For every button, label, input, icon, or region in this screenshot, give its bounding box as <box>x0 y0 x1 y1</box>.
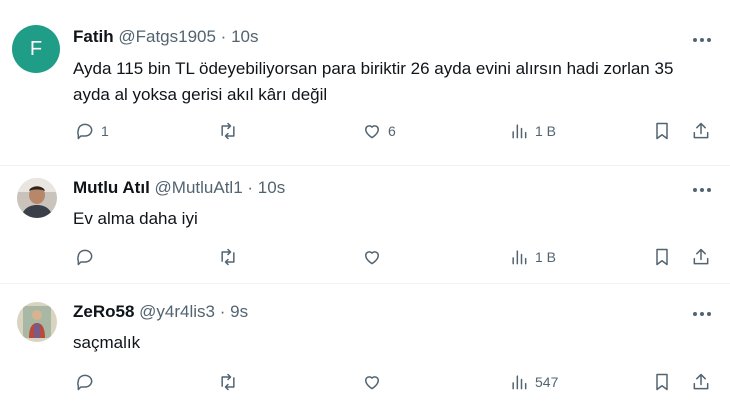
saint-painting-icon <box>17 302 57 342</box>
like-button[interactable] <box>362 372 388 392</box>
share-button[interactable] <box>691 121 711 141</box>
tweet-header: Fatih @Fatgs1905 · 10s <box>73 26 259 48</box>
view-count: 547 <box>535 374 559 390</box>
share-button[interactable] <box>691 372 711 392</box>
retweet-icon <box>221 248 235 266</box>
reply-count: 1 <box>101 123 109 139</box>
avatar[interactable] <box>17 302 57 342</box>
separator-dot: · <box>220 27 227 46</box>
bookmark-button[interactable] <box>652 121 672 141</box>
separator-dot: · <box>247 178 254 197</box>
views-chart-icon <box>512 124 527 139</box>
views-button[interactable]: 1 B <box>509 247 556 267</box>
share-icon <box>693 122 709 139</box>
tweet-header: ZeRo58 @y4r4lis3 · 9s <box>73 301 248 323</box>
tweet-header: Mutlu Atıl @MutluAtl1 · 10s <box>73 177 285 199</box>
tweet-text: saçmalık <box>73 333 141 352</box>
heart-icon <box>365 125 379 139</box>
more-options-icon[interactable] <box>692 36 712 44</box>
tweet-1[interactable]: F Fatih @Fatgs1905 · 10s Ayda 115 bin TL… <box>0 0 730 165</box>
reply-icon <box>77 374 93 391</box>
author-name[interactable]: ZeRo58 <box>73 302 134 321</box>
reply-button[interactable]: 1 <box>75 121 109 141</box>
timestamp[interactable]: 10s <box>258 178 285 197</box>
action-bar: 547 <box>0 372 730 396</box>
timestamp[interactable]: 9s <box>230 302 248 321</box>
reply-button[interactable] <box>75 372 101 392</box>
tweet-3[interactable]: ZeRo58 @y4r4lis3 · 9s saçmalık 547 <box>0 284 730 420</box>
tweet-text: Ayda 115 bin TL ödeyebiliyorsan para bir… <box>73 59 674 104</box>
more-options-icon[interactable] <box>692 186 712 194</box>
views-button[interactable]: 547 <box>509 372 558 392</box>
tweet-feed: F Fatih @Fatgs1905 · 10s Ayda 115 bin TL… <box>0 0 730 420</box>
action-bar: 1 6 1 B <box>0 121 730 145</box>
view-count: 1 B <box>535 123 557 139</box>
retweet-icon <box>221 122 235 140</box>
heart-icon <box>365 251 379 265</box>
reply-button[interactable] <box>75 247 101 267</box>
timestamp[interactable]: 10s <box>231 27 258 46</box>
tweet-2[interactable]: Mutlu Atıl @MutluAtl1 · 10s Ev alma daha… <box>0 166 730 283</box>
like-button[interactable] <box>362 247 388 267</box>
reply-icon <box>77 249 93 266</box>
views-chart-icon <box>512 250 527 265</box>
author-handle[interactable]: @Fatgs1905 <box>118 27 216 46</box>
avatar[interactable]: F <box>12 25 60 73</box>
like-count: 6 <box>388 123 396 139</box>
retweet-button[interactable] <box>218 372 244 392</box>
views-chart-icon <box>512 375 527 390</box>
more-options-icon[interactable] <box>692 310 712 318</box>
share-icon <box>693 248 709 265</box>
bookmark-button[interactable] <box>652 372 672 392</box>
bookmark-button[interactable] <box>652 247 672 267</box>
bookmark-icon <box>656 248 668 266</box>
author-name[interactable]: Mutlu Atıl <box>73 178 150 197</box>
author-name[interactable]: Fatih <box>73 27 114 46</box>
reply-icon <box>77 123 93 140</box>
separator-dot: · <box>219 302 226 321</box>
bookmark-icon <box>656 373 668 391</box>
author-handle[interactable]: @MutluAtl1 <box>155 178 243 197</box>
retweet-icon <box>221 373 235 391</box>
share-button[interactable] <box>691 247 711 267</box>
bookmark-icon <box>656 122 668 140</box>
retweet-button[interactable] <box>218 247 244 267</box>
avatar-letter: F <box>29 37 43 60</box>
author-handle[interactable]: @y4r4lis3 <box>139 302 215 321</box>
retweet-button[interactable] <box>218 121 244 141</box>
tweet-text: Ev alma daha iyi <box>73 209 198 228</box>
heart-icon <box>365 376 379 390</box>
action-bar: 1 B <box>0 247 730 271</box>
views-button[interactable]: 1 B <box>509 121 556 141</box>
person-photo-icon <box>17 178 57 218</box>
like-button[interactable]: 6 <box>362 121 396 141</box>
share-icon <box>693 373 709 390</box>
view-count: 1 B <box>535 249 557 265</box>
avatar[interactable] <box>17 178 57 218</box>
